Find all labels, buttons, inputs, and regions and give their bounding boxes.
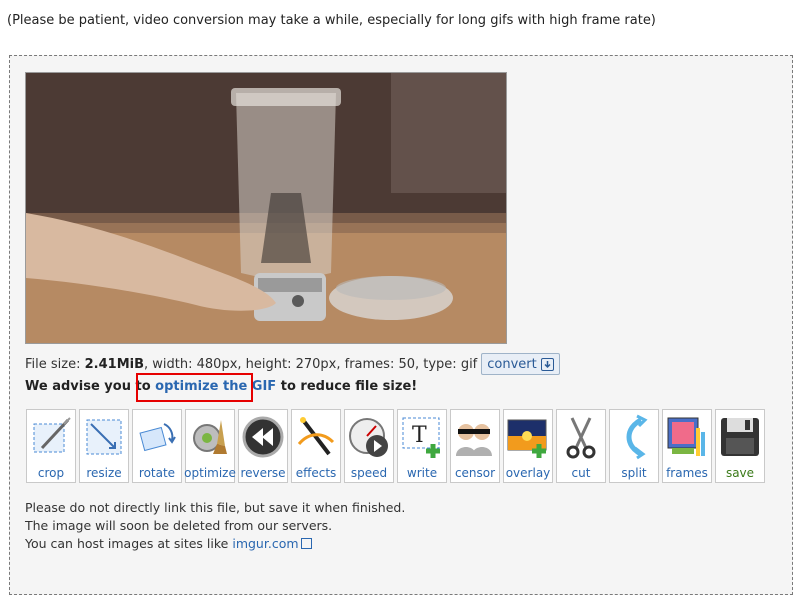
tool-save[interactable]: save xyxy=(715,409,765,483)
external-link-icon xyxy=(300,538,312,549)
tool-reverse[interactable]: reverse xyxy=(238,409,288,483)
editor-panel: File size: 2.41MiB, width: 480px, height… xyxy=(9,55,793,595)
write-icon: T xyxy=(402,417,440,458)
tool-label: overlay xyxy=(505,466,551,480)
rotate-icon xyxy=(139,423,176,452)
note-line-3-text: You can host images at sites like xyxy=(25,536,229,551)
tool-bar: crop resize rotate optimize reverse effe… xyxy=(26,409,765,483)
file-info: File size: 2.41MiB, width: 480px, height… xyxy=(25,353,560,375)
tool-overlay[interactable]: overlay xyxy=(503,409,553,483)
advice-suffix: to reduce file size! xyxy=(280,379,418,394)
frames-icon xyxy=(667,417,705,456)
scissors-icon xyxy=(566,417,596,459)
download-icon xyxy=(540,357,554,371)
save-icon xyxy=(721,418,759,456)
tool-rotate[interactable]: rotate xyxy=(132,409,182,483)
blender-bottle-image xyxy=(26,73,506,343)
tool-label: save xyxy=(725,466,755,480)
optimize-icon xyxy=(193,420,227,454)
advice-prefix: We advise you to xyxy=(25,379,151,394)
tool-optimize[interactable]: optimize xyxy=(184,409,236,483)
crop-icon xyxy=(33,417,71,453)
hosting-note: Please do not directly link this file, b… xyxy=(25,499,405,553)
tool-effects[interactable]: effects xyxy=(291,409,341,483)
tool-label: split xyxy=(621,466,647,480)
tool-censor[interactable]: censor xyxy=(450,409,500,483)
tool-write[interactable]: T write xyxy=(397,409,447,483)
overlay-icon xyxy=(507,419,547,458)
patience-notice: (Please be patient, video conversion may… xyxy=(7,13,656,28)
tool-label: write xyxy=(406,466,438,480)
tool-label: cut xyxy=(571,466,591,480)
note-line-2: The image will soon be deleted from our … xyxy=(25,518,333,533)
tool-split[interactable]: split xyxy=(609,409,659,483)
svg-text:T: T xyxy=(412,423,427,448)
split-icon xyxy=(626,414,648,460)
imgur-link[interactable]: imgur.com xyxy=(232,536,298,551)
tool-label: censor xyxy=(454,466,496,480)
tool-label: effects xyxy=(295,466,337,480)
tool-label: rotate xyxy=(138,466,176,480)
tool-cut[interactable]: cut xyxy=(556,409,606,483)
tool-frames[interactable]: frames xyxy=(662,409,712,483)
tool-label: speed xyxy=(350,466,388,480)
file-size-label: File size: xyxy=(25,356,81,372)
gif-preview xyxy=(25,72,507,344)
file-dimensions: , width: 480px, height: 270px, frames: 5… xyxy=(144,356,478,372)
censor-icon xyxy=(456,424,492,456)
speed-icon xyxy=(349,418,388,457)
effects-icon xyxy=(297,417,335,456)
tool-label: resize xyxy=(86,466,122,480)
tool-label: crop xyxy=(37,466,65,480)
note-line-3: You can host images at sites like imgur.… xyxy=(25,535,405,553)
tool-label: reverse xyxy=(240,466,286,480)
tool-label: optimize xyxy=(184,466,236,480)
convert-label: convert xyxy=(487,356,537,372)
tool-speed[interactable]: speed xyxy=(344,409,394,483)
file-size-value: 2.41MiB xyxy=(84,356,145,372)
tool-crop[interactable]: crop xyxy=(26,409,76,483)
note-line-1: Please do not directly link this file, b… xyxy=(25,500,406,515)
convert-button[interactable]: convert xyxy=(481,353,560,375)
resize-icon xyxy=(86,419,122,455)
highlight-box xyxy=(136,373,253,402)
tool-label: frames xyxy=(666,466,708,480)
reverse-icon xyxy=(242,416,284,458)
tool-resize[interactable]: resize xyxy=(79,409,129,483)
